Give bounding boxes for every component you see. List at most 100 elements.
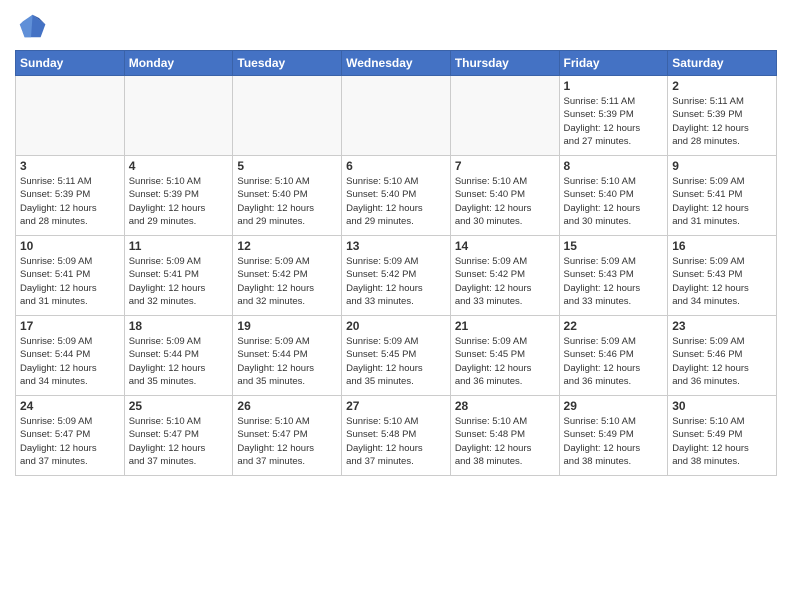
day-number: 29 <box>564 399 664 413</box>
day-number: 19 <box>237 319 337 333</box>
day-number: 11 <box>129 239 229 253</box>
calendar-cell: 10 Sunrise: 5:09 AM Sunset: 5:41 PM Dayli… <box>16 236 125 316</box>
calendar-table: SundayMondayTuesdayWednesdayThursdayFrid… <box>15 50 777 476</box>
calendar-cell: 27 Sunrise: 5:10 AM Sunset: 5:48 PM Dayli… <box>342 396 451 476</box>
calendar-cell: 5 Sunrise: 5:10 AM Sunset: 5:40 PM Daylig… <box>233 156 342 236</box>
day-info: Sunrise: 5:09 AM Sunset: 5:41 PM Dayligh… <box>20 255 120 308</box>
weekday-header: Tuesday <box>233 51 342 76</box>
logo <box>15 10 51 42</box>
calendar-week-row: 10 Sunrise: 5:09 AM Sunset: 5:41 PM Dayli… <box>16 236 777 316</box>
weekday-header: Sunday <box>16 51 125 76</box>
logo-icon <box>15 10 47 42</box>
day-info: Sunrise: 5:09 AM Sunset: 5:44 PM Dayligh… <box>237 335 337 388</box>
calendar-cell: 8Sunrise: 5:10 AM Sunset: 5:40 PM Daylig… <box>559 156 668 236</box>
calendar-cell: 2 Sunrise: 5:11 AM Sunset: 5:39 PM Daylig… <box>668 76 777 156</box>
calendar-week-row: 1 Sunrise: 5:11 AM Sunset: 5:39 PM Daylig… <box>16 76 777 156</box>
calendar-cell <box>16 76 125 156</box>
calendar-cell: 28 Sunrise: 5:10 AM Sunset: 5:48 PM Dayli… <box>450 396 559 476</box>
day-number: 1 <box>564 79 664 93</box>
day-info: Sunrise: 5:10 AM Sunset: 5:39 PM Dayligh… <box>129 175 229 228</box>
calendar-cell: 24 Sunrise: 5:09 AM Sunset: 5:47 PM Dayli… <box>16 396 125 476</box>
calendar-cell: 4 Sunrise: 5:10 AM Sunset: 5:39 PM Daylig… <box>124 156 233 236</box>
day-number: 7 <box>455 159 555 173</box>
calendar-cell: 20 Sunrise: 5:09 AM Sunset: 5:45 PM Dayli… <box>342 316 451 396</box>
day-number: 26 <box>237 399 337 413</box>
header <box>15 10 777 42</box>
day-info: Sunrise: 5:10 AM Sunset: 5:49 PM Dayligh… <box>564 415 664 468</box>
day-number: 17 <box>20 319 120 333</box>
day-number: 22 <box>564 319 664 333</box>
calendar-cell: 19 Sunrise: 5:09 AM Sunset: 5:44 PM Dayli… <box>233 316 342 396</box>
calendar-cell: 3Sunrise: 5:11 AM Sunset: 5:39 PM Daylig… <box>16 156 125 236</box>
calendar-header-row: SundayMondayTuesdayWednesdayThursdayFrid… <box>16 51 777 76</box>
calendar-week-row: 3Sunrise: 5:11 AM Sunset: 5:39 PM Daylig… <box>16 156 777 236</box>
calendar-cell <box>450 76 559 156</box>
day-info: Sunrise: 5:10 AM Sunset: 5:48 PM Dayligh… <box>455 415 555 468</box>
day-number: 28 <box>455 399 555 413</box>
calendar-cell <box>233 76 342 156</box>
calendar-cell: 26Sunrise: 5:10 AM Sunset: 5:47 PM Dayli… <box>233 396 342 476</box>
day-info: Sunrise: 5:09 AM Sunset: 5:47 PM Dayligh… <box>20 415 120 468</box>
calendar-cell: 30 Sunrise: 5:10 AM Sunset: 5:49 PM Dayli… <box>668 396 777 476</box>
day-info: Sunrise: 5:10 AM Sunset: 5:40 PM Dayligh… <box>455 175 555 228</box>
day-number: 27 <box>346 399 446 413</box>
day-number: 10 <box>20 239 120 253</box>
day-number: 30 <box>672 399 772 413</box>
day-number: 5 <box>237 159 337 173</box>
day-number: 24 <box>20 399 120 413</box>
calendar-cell <box>124 76 233 156</box>
day-number: 13 <box>346 239 446 253</box>
day-number: 9 <box>672 159 772 173</box>
day-info: Sunrise: 5:11 AM Sunset: 5:39 PM Dayligh… <box>564 95 664 148</box>
day-info: Sunrise: 5:11 AM Sunset: 5:39 PM Dayligh… <box>672 95 772 148</box>
day-info: Sunrise: 5:09 AM Sunset: 5:42 PM Dayligh… <box>346 255 446 308</box>
weekday-header: Friday <box>559 51 668 76</box>
day-number: 14 <box>455 239 555 253</box>
page: SundayMondayTuesdayWednesdayThursdayFrid… <box>0 0 792 491</box>
day-number: 15 <box>564 239 664 253</box>
calendar-cell: 7 Sunrise: 5:10 AM Sunset: 5:40 PM Daylig… <box>450 156 559 236</box>
day-info: Sunrise: 5:09 AM Sunset: 5:41 PM Dayligh… <box>129 255 229 308</box>
day-info: Sunrise: 5:09 AM Sunset: 5:41 PM Dayligh… <box>672 175 772 228</box>
day-info: Sunrise: 5:10 AM Sunset: 5:40 PM Dayligh… <box>237 175 337 228</box>
day-info: Sunrise: 5:10 AM Sunset: 5:49 PM Dayligh… <box>672 415 772 468</box>
calendar-cell: 21 Sunrise: 5:09 AM Sunset: 5:45 PM Dayli… <box>450 316 559 396</box>
calendar-cell: 13 Sunrise: 5:09 AM Sunset: 5:42 PM Dayli… <box>342 236 451 316</box>
day-info: Sunrise: 5:09 AM Sunset: 5:45 PM Dayligh… <box>455 335 555 388</box>
day-info: Sunrise: 5:09 AM Sunset: 5:42 PM Dayligh… <box>455 255 555 308</box>
calendar-cell: 29 Sunrise: 5:10 AM Sunset: 5:49 PM Dayli… <box>559 396 668 476</box>
calendar-body: 1 Sunrise: 5:11 AM Sunset: 5:39 PM Daylig… <box>16 76 777 476</box>
day-number: 21 <box>455 319 555 333</box>
day-info: Sunrise: 5:09 AM Sunset: 5:46 PM Dayligh… <box>672 335 772 388</box>
calendar-week-row: 17 Sunrise: 5:09 AM Sunset: 5:44 PM Dayli… <box>16 316 777 396</box>
calendar-cell: 6 Sunrise: 5:10 AM Sunset: 5:40 PM Daylig… <box>342 156 451 236</box>
calendar-cell: 23Sunrise: 5:09 AM Sunset: 5:46 PM Dayli… <box>668 316 777 396</box>
day-info: Sunrise: 5:09 AM Sunset: 5:46 PM Dayligh… <box>564 335 664 388</box>
calendar-week-row: 24 Sunrise: 5:09 AM Sunset: 5:47 PM Dayli… <box>16 396 777 476</box>
day-info: Sunrise: 5:10 AM Sunset: 5:40 PM Dayligh… <box>346 175 446 228</box>
calendar-cell: 22 Sunrise: 5:09 AM Sunset: 5:46 PM Dayli… <box>559 316 668 396</box>
calendar-cell: 16Sunrise: 5:09 AM Sunset: 5:43 PM Dayli… <box>668 236 777 316</box>
day-number: 4 <box>129 159 229 173</box>
weekday-header: Monday <box>124 51 233 76</box>
day-info: Sunrise: 5:09 AM Sunset: 5:45 PM Dayligh… <box>346 335 446 388</box>
calendar-cell: 12Sunrise: 5:09 AM Sunset: 5:42 PM Dayli… <box>233 236 342 316</box>
calendar-cell: 14 Sunrise: 5:09 AM Sunset: 5:42 PM Dayli… <box>450 236 559 316</box>
day-info: Sunrise: 5:10 AM Sunset: 5:48 PM Dayligh… <box>346 415 446 468</box>
weekday-header: Thursday <box>450 51 559 76</box>
weekday-header: Wednesday <box>342 51 451 76</box>
day-info: Sunrise: 5:10 AM Sunset: 5:47 PM Dayligh… <box>129 415 229 468</box>
calendar-cell: 25 Sunrise: 5:10 AM Sunset: 5:47 PM Dayli… <box>124 396 233 476</box>
day-info: Sunrise: 5:09 AM Sunset: 5:44 PM Dayligh… <box>129 335 229 388</box>
day-number: 8 <box>564 159 664 173</box>
day-number: 20 <box>346 319 446 333</box>
day-number: 6 <box>346 159 446 173</box>
day-info: Sunrise: 5:09 AM Sunset: 5:44 PM Dayligh… <box>20 335 120 388</box>
day-info: Sunrise: 5:09 AM Sunset: 5:42 PM Dayligh… <box>237 255 337 308</box>
day-number: 16 <box>672 239 772 253</box>
day-number: 2 <box>672 79 772 93</box>
day-number: 25 <box>129 399 229 413</box>
calendar-cell: 1 Sunrise: 5:11 AM Sunset: 5:39 PM Daylig… <box>559 76 668 156</box>
day-info: Sunrise: 5:09 AM Sunset: 5:43 PM Dayligh… <box>564 255 664 308</box>
day-info: Sunrise: 5:11 AM Sunset: 5:39 PM Dayligh… <box>20 175 120 228</box>
